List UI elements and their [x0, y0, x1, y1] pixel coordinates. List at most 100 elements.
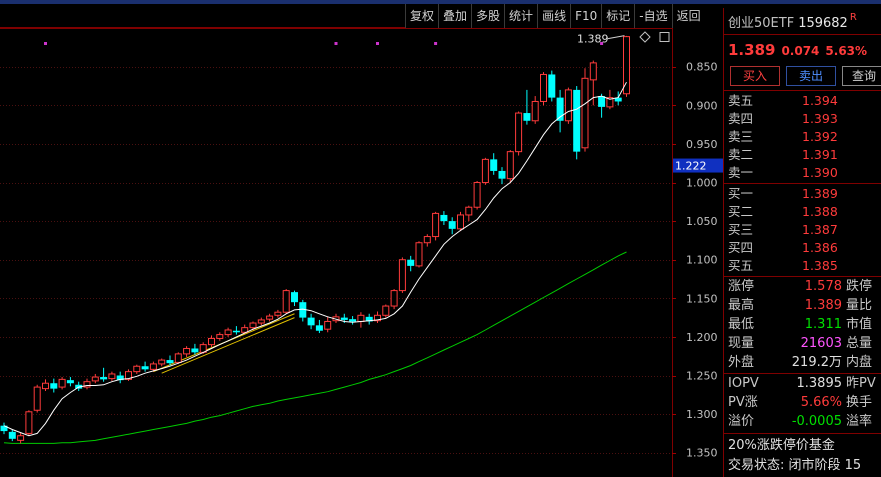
candle-body — [141, 366, 149, 370]
candle-body — [216, 334, 224, 339]
toolbar-button-7[interactable]: -自选 — [634, 4, 671, 28]
divider — [724, 433, 881, 434]
toolbar-button-2[interactable]: 多股 — [471, 4, 504, 28]
query-button[interactable]: 查询 — [842, 66, 881, 86]
pv-chg-value: 5.66% — [800, 395, 842, 410]
toolbar-button-6[interactable]: 标记 — [601, 4, 634, 28]
y-tick-label: 1.150 — [686, 292, 718, 305]
candle-body — [91, 376, 99, 382]
y-tick-label: 0.850 — [686, 61, 718, 74]
candle-body — [25, 411, 33, 434]
toolbar-button-5[interactable]: F10 — [570, 4, 601, 28]
candle-body — [357, 314, 365, 322]
bid-row-2[interactable]: 买二 1.388 — [728, 203, 878, 221]
bid-row-1[interactable]: 买一 1.389 — [728, 185, 878, 203]
candle-body — [8, 431, 16, 439]
low-label: 最低 — [728, 317, 755, 332]
stat-row-iopv: IOPV 1.3895 昨PV — [728, 374, 881, 393]
candle-body — [473, 182, 481, 208]
pv-chg-label: PV涨 — [728, 395, 758, 410]
kline-chart[interactable]: 1.350 1.300 1.250 1.200 1.150 1.100 1.050 1.000… — [0, 28, 723, 477]
security-title: 创业50ETF 159682 R — [728, 12, 857, 31]
toolbar-button-0[interactable]: 复权 — [405, 4, 438, 28]
price-change-pct: 5.63% — [825, 44, 868, 58]
signal-marker — [44, 42, 47, 45]
buy-button[interactable]: 买入 — [730, 66, 780, 86]
last-price: 1.389 — [728, 41, 776, 59]
low-value: 1.311 — [804, 317, 842, 332]
candle-body — [573, 89, 581, 152]
bid-label: 买四 — [728, 240, 754, 255]
candle-body — [340, 317, 348, 320]
bid-row-5[interactable]: 买五 1.385 — [728, 257, 878, 275]
toolbar-button-4[interactable]: 画线 — [537, 4, 570, 28]
y-tick-label: 1.100 — [686, 254, 718, 267]
signal-marker — [334, 42, 338, 45]
candle-body — [232, 330, 240, 333]
candle-body — [407, 259, 415, 266]
bid-label: 买五 — [728, 258, 754, 273]
candle-body — [166, 360, 174, 364]
stat-row-curvol: 现量 21603 总量 — [728, 334, 881, 353]
ask-row-4[interactable]: 卖四 1.393 — [728, 110, 878, 128]
candle-body — [531, 100, 539, 122]
candle-body — [249, 322, 257, 329]
toolbar-button-1[interactable]: 叠加 — [438, 4, 471, 28]
candle-body — [33, 386, 41, 411]
signal-marker — [376, 42, 379, 45]
bid-price: 1.389 — [802, 186, 838, 201]
candle-body — [224, 329, 232, 336]
candle-body — [17, 435, 25, 441]
high-value: 1.389 — [804, 298, 842, 313]
limit-up-label: 涨停 — [728, 279, 755, 294]
candle-body — [523, 113, 531, 121]
candle-body — [50, 383, 58, 389]
current-price-tag-label: 1.222 — [675, 160, 707, 173]
high-annotation-line — [607, 35, 625, 40]
cur-vol-value: 21603 — [800, 336, 842, 351]
candle-body — [191, 348, 199, 353]
sell-button[interactable]: 卖出 — [786, 66, 836, 86]
chart-canvas[interactable]: 1.350 1.300 1.250 1.200 1.150 1.100 1.050 1.000… — [0, 28, 723, 477]
bid-label: 买二 — [728, 204, 754, 219]
ask-row-1[interactable]: 卖一 1.390 — [728, 164, 878, 182]
bid-row-4[interactable]: 买四 1.386 — [728, 239, 878, 257]
y-tick-label: 1.350 — [686, 447, 718, 460]
bid-row-3[interactable]: 买三 1.387 — [728, 221, 878, 239]
stat-row-pvchg: PV涨 5.66% 换手 — [728, 393, 881, 412]
candle-body — [349, 319, 357, 322]
candle-body — [149, 363, 157, 370]
candle-body — [58, 378, 66, 388]
iopv-label: IOPV — [728, 376, 759, 391]
ask-row-3[interactable]: 卖三 1.392 — [728, 128, 878, 146]
toolbar-button-8[interactable]: 返回 — [671, 4, 705, 28]
candle-body — [440, 214, 448, 222]
y-tick-label: 1.050 — [686, 215, 718, 228]
toolbar-button-3[interactable]: 统计 — [504, 4, 537, 28]
toolbar-buttons: 复权 叠加 多股 统计 画线 F10 标记 -自选 返回 — [405, 4, 705, 28]
candle-body — [382, 305, 390, 316]
candle-body — [465, 206, 473, 216]
total-vol-label: 总量 — [846, 336, 873, 351]
ask-price: 1.393 — [802, 111, 838, 126]
candle-body — [548, 74, 556, 98]
candle-body — [589, 62, 597, 81]
limit-up-value: 1.578 — [804, 279, 842, 294]
stat-row-high: 最高 1.389 量比 — [728, 296, 881, 315]
ask-row-2[interactable]: 卖二 1.391 — [728, 146, 878, 164]
ask-price: 1.394 — [802, 93, 838, 108]
high-label: 最高 — [728, 298, 755, 313]
candle-body — [598, 96, 606, 107]
candle-body — [282, 290, 290, 313]
price-row: 1.389 0.074 5.63% — [728, 40, 867, 60]
ask-row-5[interactable]: 卖五 1.394 — [728, 92, 878, 110]
y-tick-label: 1.250 — [686, 370, 718, 383]
candle-body — [581, 77, 589, 149]
ask-label: 卖四 — [728, 111, 754, 126]
turnover-label: 换手 — [846, 395, 873, 410]
candle-body — [448, 221, 456, 229]
security-name: 创业50ETF — [728, 16, 795, 31]
stat-row-low: 最低 1.311 市值 — [728, 315, 881, 334]
candle-body — [257, 319, 265, 324]
outer-label: 外盘 — [728, 355, 755, 370]
